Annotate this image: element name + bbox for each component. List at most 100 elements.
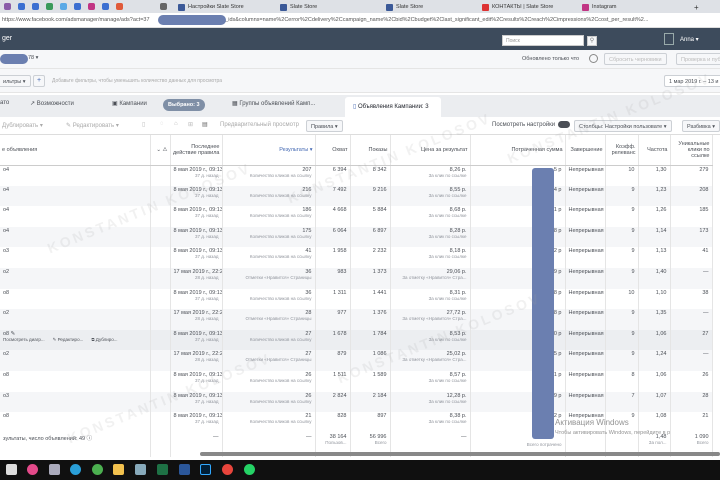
refresh-icon[interactable] [589,54,598,63]
tab-settings-slate-store[interactable]: Настройки Slate Store [176,1,244,13]
user-menu[interactable]: Anna ▾ [680,36,699,43]
col-ad-name[interactable]: е объявления [0,135,151,166]
ad-name-cell[interactable]: о4 [0,206,151,227]
edit-button[interactable]: ✎ Редактировать ▾ [66,122,119,129]
address-bar[interactable]: https://www.facebook.com/adsmanager/mana… [0,13,720,28]
tab-ads[interactable]: ▯ Объявления Кампании: 3 [345,97,441,117]
table-row[interactable]: о2 17 мая 2019 г., 22:29 28 д. назад 36 Отме… [0,267,713,289]
folder-icon[interactable] [113,464,124,475]
favicon-icon[interactable] [4,3,11,10]
ad-name-cell[interactable]: о2 [0,309,151,330]
chart-icon[interactable]: ▤ [202,121,208,128]
tab-contacts[interactable]: КОНТАКТЫ | Slate Store [480,1,553,13]
table-row[interactable]: о4 8 мая 2019 г., 09:13 37 д. назад 207 Коли… [0,165,713,186]
ad-name-cell[interactable]: о8 ✎ Посмотреть диагр... ✎ Редактиро... ⧉ Д… [0,329,151,351]
favicon-icon[interactable] [116,3,123,10]
word-icon[interactable] [179,464,190,475]
table-row[interactable]: о4 8 мая 2019 г., 09:13 37 д. назад 175 Коли… [0,226,713,248]
table-row[interactable]: о8 8 мая 2019 г., 09:13 37 д. назад 26 Колич… [0,370,713,392]
apps-grid-icon[interactable] [664,33,674,45]
date-range-picker[interactable]: 1 мар 2019 г. – 13 и [664,75,720,87]
new-tab-button[interactable]: + [694,0,699,12]
photoshop-icon[interactable] [200,464,211,475]
row-action-link[interactable]: Посмотреть диагр... [3,337,45,342]
tag-icon[interactable]: ⊞ [188,121,193,128]
account-selector[interactable]: 78 ▾ [28,55,38,61]
duplicate-button[interactable]: Дублировать ▾ [2,122,43,129]
table-row[interactable]: о2 17 мая 2019 г., 22:29 28 д. назад 27 Отме… [0,350,713,371]
review-publish-button[interactable]: Проверка и публ [676,53,720,65]
tab-campaigns[interactable]: ▣ Кампании [112,100,147,107]
tab-account[interactable]: ато [0,100,9,106]
col-impressions[interactable]: Показы [350,135,391,166]
search-icon[interactable]: ⚲ [587,36,597,46]
horizontal-scrollbar[interactable] [200,452,720,456]
col-unique-clicks[interactable]: Уникальные клики по ссылке [670,135,713,166]
calculator-icon[interactable] [6,464,17,475]
favicon-icon[interactable] [102,3,109,10]
filter-input[interactable]: Добавьте фильтры, чтобы уменьшить количе… [52,78,222,84]
ad-name-cell[interactable]: о8 [0,370,151,392]
ad-name-cell[interactable]: о4 [0,185,151,207]
table-row[interactable]: о4 8 мая 2019 г., 09:13 37 д. назад 216 Коли… [0,185,713,207]
search-input[interactable]: Поиск [502,35,584,46]
col-ends[interactable]: Завершение [565,135,606,166]
app-icon[interactable] [135,464,146,475]
table-row[interactable]: о8 8 мая 2019 г., 09:13 37 д. назад 36 Колич… [0,288,713,310]
preview-button[interactable]: Предварительный просмотр [220,122,299,128]
col-amount-spent[interactable]: Потраченная сумма [470,135,566,166]
col-frequency[interactable]: Частота [638,135,671,166]
view-settings-toggle[interactable]: Посмотреть настройки [492,121,571,128]
whatsapp-icon[interactable] [244,464,255,475]
table-row[interactable]: о4 8 мая 2019 г., 09:13 37 д. назад 186 Коли… [0,206,713,227]
ad-name-cell[interactable]: о4 [0,226,151,248]
tab-adsets[interactable]: ▦ Группы объявлений Камп... [232,100,315,107]
ad-name-cell[interactable]: о8 [0,412,151,433]
row-action-link[interactable]: ✎ Редактиро... [53,337,84,342]
col-warning[interactable]: ⌄ ⚠ [150,135,171,166]
rules-button[interactable]: Правила ▾ [306,120,343,132]
col-last-rule[interactable]: Последнее действие правила [170,135,223,166]
tab-instagram[interactable]: Instagram [580,1,616,13]
ab-test-icon[interactable]: ◌ [160,121,164,127]
eraser-icon[interactable] [49,464,60,475]
table-row[interactable]: о3 8 мая 2019 г., 09:13 37 д. назад 26 Колич… [0,391,713,413]
table-row[interactable]: о2 17 мая 2019 г., 22:29 28 д. назад 28 Отме… [0,309,713,330]
chrome-icon[interactable] [222,464,233,475]
selected-badge[interactable]: Выбрано: 3 [163,99,205,111]
phone-icon[interactable] [92,464,103,475]
maps-icon[interactable] [27,464,38,475]
col-reach[interactable]: Охват [315,135,351,166]
col-cost-per-result[interactable]: Цена за результат [390,135,471,166]
favicon-icon[interactable] [60,3,67,10]
ad-name-cell[interactable]: о2 [0,350,151,371]
breakdown-dropdown[interactable]: Разбивка ▾ [682,120,720,132]
ad-name-cell[interactable]: о8 [0,288,151,310]
row-action-link[interactable]: ⧉ Дублиро... [91,337,117,342]
table-row[interactable]: о8 ✎ Посмотреть диагр... ✎ Редактиро... ⧉ Д… [0,329,713,351]
favicon-icon[interactable] [46,3,53,10]
ad-name-cell[interactable]: о2 [0,267,151,289]
tab-slate-store-2[interactable]: Slate Store [384,1,423,13]
tab-slate-store[interactable]: Slate Store [278,1,317,13]
ad-name-cell[interactable]: о3 [0,247,151,268]
discard-drafts-button[interactable]: Сбросить черновики [604,53,667,65]
favicon-icon[interactable] [32,3,39,10]
table-row[interactable]: о3 8 мая 2019 г., 09:13 37 д. назад 41 Колич… [0,247,713,268]
favicon-icon[interactable] [160,3,167,10]
archive-icon[interactable]: ⌂ [174,121,178,127]
col-relevance[interactable]: Коэфф. релеванс [605,135,639,166]
favicon-icon[interactable] [88,3,95,10]
columns-dropdown[interactable]: Столбцы: Настройки пользовате ▾ [574,120,672,132]
telegram-icon[interactable] [70,464,81,475]
favicon-icon[interactable] [18,3,25,10]
tab-opportunities[interactable]: ↗ Возможности [30,100,74,107]
add-filter-button[interactable]: + [33,75,46,87]
delete-icon[interactable]: ▯ [142,121,145,128]
filters-dropdown[interactable]: ильтры ▾ [0,75,31,87]
ad-name-cell[interactable]: о3 [0,391,151,413]
ad-name-cell[interactable]: о4 [0,165,151,186]
favicon-icon[interactable] [74,3,81,10]
col-results[interactable]: Результаты ▾ [222,135,316,166]
excel-icon[interactable] [157,464,168,475]
